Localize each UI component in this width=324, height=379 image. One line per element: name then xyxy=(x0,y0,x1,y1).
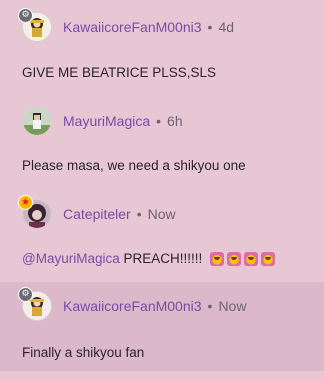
comment-time: 6h xyxy=(167,113,183,129)
comment-header: MayuriMagica • 6h xyxy=(22,106,183,136)
comment-text: @MayuriMagica PREACH!!!!!! xyxy=(22,251,276,267)
comment-text: Please masa, we need a shikyou one xyxy=(22,158,246,173)
avatar[interactable]: ★ xyxy=(18,195,52,229)
crying-emoji-icon xyxy=(261,252,276,267)
pixel-character-avatar-icon xyxy=(22,106,52,136)
avatar[interactable] xyxy=(22,106,52,136)
avatar[interactable]: ⚙ xyxy=(18,8,52,42)
comment-text: GIVE ME BEATRICE PLSS,SLS xyxy=(22,65,217,80)
comment-username[interactable]: KawaiicoreFanM00ni3 xyxy=(63,298,202,314)
comment-username[interactable]: KawaiicoreFanM00ni3 xyxy=(63,19,202,35)
comment-header: ⚙ KawaiicoreFanM00ni3 • 4d xyxy=(18,8,235,42)
crying-emoji-icon xyxy=(210,252,225,267)
gray-badge-icon: ⚙ xyxy=(18,8,33,23)
emoji-group xyxy=(210,252,276,267)
comment-feed: ⚙ KawaiicoreFanM00ni3 • 4d GIVE ME BEATR… xyxy=(0,0,324,379)
gray-badge-icon: ⚙ xyxy=(18,287,33,302)
comment-item: MayuriMagica • 6h Please masa, we need a… xyxy=(0,96,324,192)
separator-dot: • xyxy=(207,298,213,314)
comment-item: ★ Catepiteler • Now @MayuriMagica PREACH… xyxy=(0,192,324,282)
user-mention-link[interactable]: @MayuriMagica xyxy=(22,251,120,266)
comment-text: Finally a shikyou fan xyxy=(22,345,145,360)
separator-dot: • xyxy=(156,113,162,129)
avatar[interactable]: ⚙ xyxy=(18,287,52,321)
comment-username[interactable]: Catepiteler xyxy=(63,206,131,222)
star-badge-icon: ★ xyxy=(18,195,33,210)
comment-time: Now xyxy=(147,206,176,222)
separator-dot: • xyxy=(136,206,142,222)
comment-time: Now xyxy=(218,298,247,314)
comment-time: 4d xyxy=(218,19,235,35)
comment-item-highlighted: ⚙ KawaiicoreFanM00ni3 • Now Finally a sh… xyxy=(0,282,324,371)
crying-emoji-icon xyxy=(244,252,259,267)
comment-header: ★ Catepiteler • Now xyxy=(18,195,176,229)
crying-emoji-icon xyxy=(227,252,242,267)
comment-text-content: PREACH!!!!!! xyxy=(119,251,203,266)
comment-header: ⚙ KawaiicoreFanM00ni3 • Now xyxy=(18,287,247,321)
comment-item: ⚙ KawaiicoreFanM00ni3 • 4d GIVE ME BEATR… xyxy=(0,0,324,96)
comment-username[interactable]: MayuriMagica xyxy=(63,113,150,129)
separator-dot: • xyxy=(207,19,213,35)
